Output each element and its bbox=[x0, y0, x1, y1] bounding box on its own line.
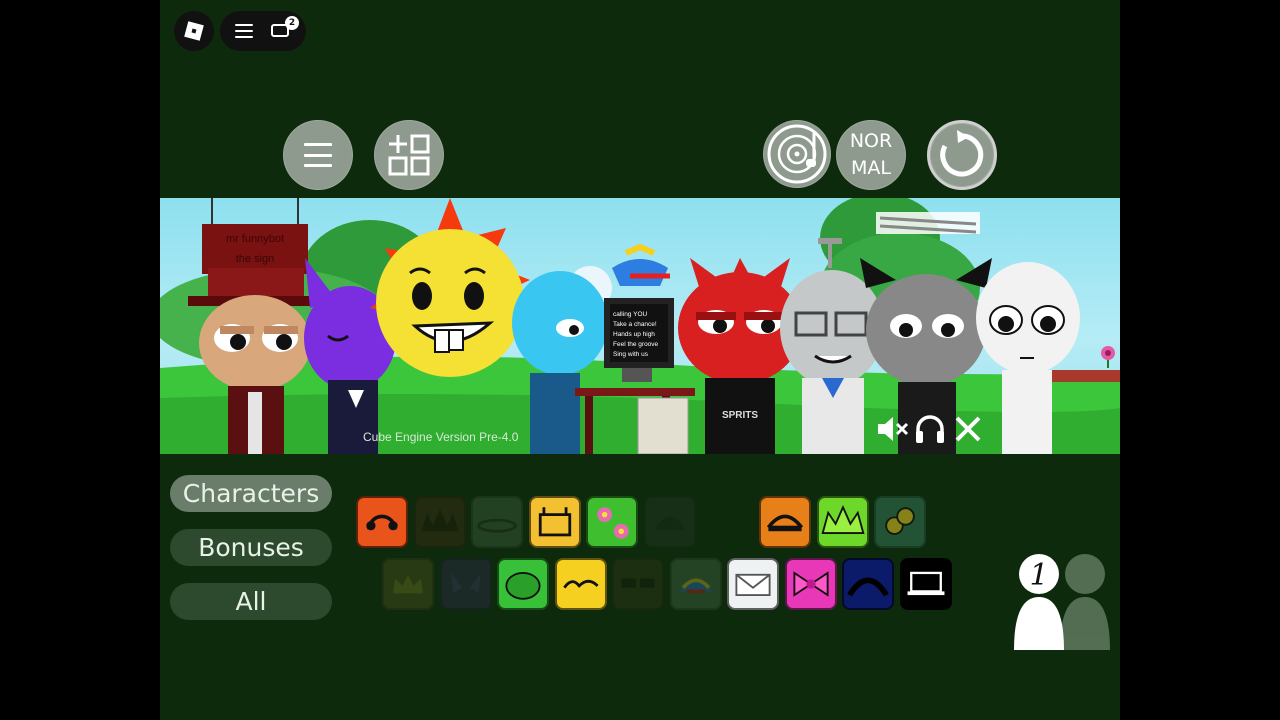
green-headphones-icon[interactable] bbox=[497, 558, 549, 610]
flower-prop bbox=[1101, 346, 1115, 368]
pink-bow-icon[interactable] bbox=[784, 558, 837, 610]
grey-halo-icon[interactable] bbox=[471, 496, 523, 548]
sign-text-2: the sign bbox=[236, 253, 275, 265]
dark-spiky-hair-icon[interactable] bbox=[413, 496, 466, 548]
game-menu-button[interactable] bbox=[283, 120, 353, 190]
teal-coins-icon[interactable] bbox=[874, 496, 926, 548]
reset-icon bbox=[940, 130, 984, 177]
monitor-line-2: Take a chance! bbox=[613, 321, 657, 328]
yellow-ribbon-icon[interactable] bbox=[554, 558, 607, 610]
mute-icon[interactable] bbox=[876, 414, 910, 444]
black-laptop-icon[interactable] bbox=[899, 558, 952, 610]
sound-control-group bbox=[876, 411, 986, 447]
player-count: 1 bbox=[1029, 558, 1048, 593]
stage-scene: mr funnybot the sign calling YOU Take a … bbox=[160, 198, 1120, 454]
roblox-menu-icon[interactable] bbox=[235, 24, 253, 38]
dark-shades-icon[interactable] bbox=[612, 558, 664, 610]
player-count-indicator: 1 bbox=[1014, 554, 1110, 650]
purple-horns-icon[interactable] bbox=[439, 558, 492, 610]
mode-normal-button[interactable]: NOR MAL bbox=[836, 120, 906, 190]
close-icon[interactable] bbox=[950, 411, 986, 447]
game-viewport: 2 NOR MAL mr funnybot the sign calling Y… bbox=[160, 0, 1120, 720]
roblox-logo-button[interactable] bbox=[174, 11, 214, 51]
dark-helmet-icon[interactable] bbox=[643, 496, 696, 548]
add-grid-button[interactable] bbox=[374, 120, 444, 190]
roblox-topbar-pill: 2 bbox=[220, 11, 306, 51]
orange-visor-icon[interactable] bbox=[759, 496, 811, 548]
monitor-line-5: Sing with us bbox=[613, 351, 649, 358]
menu-icon bbox=[304, 143, 332, 167]
player-silhouette-secondary bbox=[1060, 554, 1110, 650]
headphones-icon[interactable] bbox=[914, 413, 946, 445]
olive-crown-icon[interactable] bbox=[382, 558, 434, 610]
green-flowers-icon[interactable] bbox=[586, 496, 638, 548]
roblox-logo-icon bbox=[184, 21, 204, 41]
mode-label-line2: MAL bbox=[851, 157, 891, 179]
navy-arch-icon[interactable] bbox=[842, 558, 894, 610]
version-label: Cube Engine Version Pre-4.0 bbox=[363, 430, 519, 444]
category-characters-button[interactable]: Characters bbox=[170, 475, 332, 512]
chat-icon[interactable]: 2 bbox=[271, 16, 299, 40]
propeller-cap-icon[interactable] bbox=[669, 558, 722, 610]
shirt-text: SPRITS bbox=[722, 410, 758, 421]
music-toggle-button[interactable] bbox=[763, 120, 831, 188]
category-all-button[interactable]: All bbox=[170, 583, 332, 620]
reset-button[interactable] bbox=[927, 120, 997, 190]
monitor-line-4: Feel the groove bbox=[613, 341, 659, 348]
monitor-line-3: Hands up high bbox=[613, 331, 655, 338]
category-bonuses-button[interactable]: Bonuses bbox=[170, 529, 332, 566]
green-spikes-icon[interactable] bbox=[816, 496, 869, 548]
orange-headset-icon[interactable] bbox=[356, 496, 408, 548]
monitor-line-1: calling YOU bbox=[613, 311, 648, 318]
sign-text-1: mr funnybot bbox=[226, 233, 284, 245]
white-envelope-icon[interactable] bbox=[727, 558, 779, 610]
mode-label-line1: NOR bbox=[849, 130, 893, 152]
yellow-box-icon[interactable] bbox=[528, 496, 581, 548]
add-grid-icon bbox=[388, 134, 430, 176]
chat-badge: 2 bbox=[285, 16, 299, 30]
vinyl-record-icon bbox=[767, 124, 827, 184]
